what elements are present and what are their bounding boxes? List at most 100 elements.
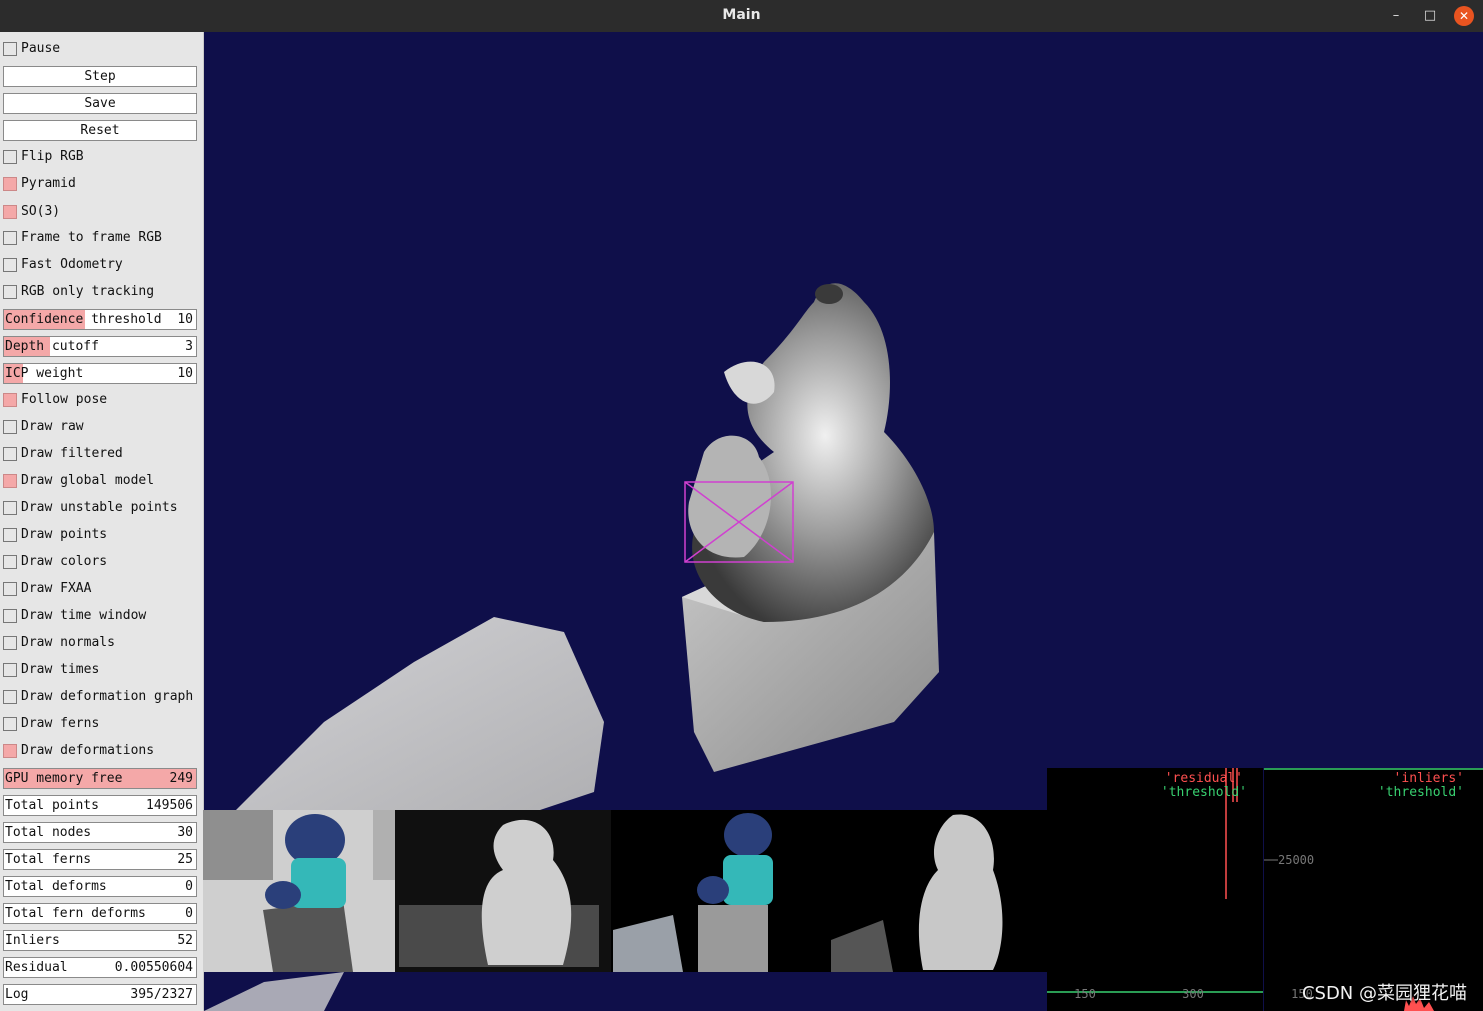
draw-unstable-points-label: Draw unstable points (21, 500, 178, 515)
draw-deformations-checkbox-box[interactable] (3, 744, 17, 758)
inliers-legend: 'inliers' (1394, 771, 1464, 786)
depth-frame-thumbnail (395, 810, 611, 972)
total-fern-deforms-label: Total fern deforms (5, 906, 146, 921)
draw-colors-label: Draw colors (21, 554, 108, 569)
draw-deformation-graph-checkbox[interactable]: Draw deformation graph (3, 687, 198, 708)
draw-raw-checkbox-box[interactable] (3, 420, 17, 434)
residual-readout: Residual 0.00550604 (3, 957, 197, 978)
draw-fxaa-checkbox[interactable]: Draw FXAA (3, 579, 198, 600)
gpu-memory-free-value: 249 (169, 771, 193, 786)
total-nodes-label: Total nodes (5, 825, 92, 840)
draw-raw-checkbox[interactable]: Draw raw (3, 417, 198, 438)
draw-deformations-checkbox[interactable]: Draw deformations (3, 741, 198, 762)
residual-threshold-legend: 'threshold' (1161, 785, 1247, 800)
depth-cutoff-slider[interactable]: Depth cutoff 3 (3, 336, 197, 357)
residual-legend: 'residual' (1165, 771, 1243, 786)
maximize-icon[interactable]: □ (1420, 6, 1440, 26)
draw-raw-label: Draw raw (21, 419, 84, 434)
frame-to-frame-rgb-label: Frame to frame RGB (21, 230, 162, 245)
draw-time-window-label: Draw time window (21, 608, 147, 623)
draw-global-model-checkbox[interactable]: Draw global model (3, 471, 198, 492)
so3-checkbox-box[interactable] (3, 205, 17, 219)
draw-normals-checkbox-box[interactable] (3, 636, 17, 650)
draw-deformations-label: Draw deformations (21, 743, 155, 758)
draw-filtered-checkbox[interactable]: Draw filtered (3, 444, 198, 465)
pause-checkbox[interactable]: Pause (3, 39, 198, 60)
depth-cutoff-value: 3 (185, 339, 193, 354)
confidence-threshold-label: Confidence threshold (5, 312, 162, 327)
draw-filtered-label: Draw filtered (21, 446, 123, 461)
total-deforms-label: Total deforms (5, 879, 107, 894)
draw-fxaa-checkbox-box[interactable] (3, 582, 17, 596)
fast-odometry-label: Fast Odometry (21, 257, 123, 272)
draw-points-checkbox[interactable]: Draw points (3, 525, 198, 546)
rgb-only-tracking-checkbox-box[interactable] (3, 285, 17, 299)
draw-colors-checkbox-box[interactable] (3, 555, 17, 569)
follow-pose-label: Follow pose (21, 392, 108, 407)
draw-colors-checkbox[interactable]: Draw colors (3, 552, 198, 573)
total-ferns-value: 25 (177, 852, 193, 867)
control-panel: Pause Step Save Reset Flip RGB Pyramid S… (0, 32, 204, 1011)
pyramid-checkbox-box[interactable] (3, 177, 17, 191)
depth-cutoff-label: Depth cutoff (5, 339, 99, 354)
so3-label: SO(3) (21, 204, 61, 219)
draw-unstable-points-checkbox[interactable]: Draw unstable points (3, 498, 198, 519)
window-title: Main (722, 7, 761, 23)
confidence-threshold-slider[interactable]: Confidence threshold 10 (3, 309, 197, 330)
so3-checkbox[interactable]: SO(3) (3, 202, 198, 223)
draw-ferns-checkbox[interactable]: Draw ferns (3, 714, 198, 735)
minimize-icon[interactable]: – (1386, 6, 1406, 26)
icp-weight-label: ICP weight (5, 366, 84, 381)
rgb-only-tracking-checkbox[interactable]: RGB only tracking (3, 282, 198, 303)
draw-deformation-graph-label: Draw deformation graph (21, 689, 194, 704)
total-nodes-readout: Total nodes 30 (3, 822, 197, 843)
icp-weight-value: 10 (177, 366, 193, 381)
draw-time-window-checkbox-box[interactable] (3, 609, 17, 623)
pause-checkbox-box[interactable] (3, 42, 17, 56)
draw-points-checkbox-box[interactable] (3, 528, 17, 542)
inliers-plot: 25000 'inliers' 'threshold' 150 (1264, 768, 1483, 1011)
log-readout: Log 395/2327 (3, 984, 197, 1005)
total-deforms-value: 0 (185, 879, 193, 894)
total-ferns-label: Total ferns (5, 852, 92, 867)
draw-normals-label: Draw normals (21, 635, 115, 650)
fast-odometry-checkbox[interactable]: Fast Odometry (3, 255, 198, 276)
icp-weight-slider[interactable]: ICP weight 10 (3, 363, 197, 384)
step-button[interactable]: Step (3, 66, 197, 87)
frame-to-frame-rgb-checkbox[interactable]: Frame to frame RGB (3, 228, 198, 249)
frame-to-frame-rgb-checkbox-box[interactable] (3, 231, 17, 245)
residual-value: 0.00550604 (114, 960, 193, 975)
rgb-frame-thumbnail (203, 810, 395, 972)
total-nodes-value: 30 (177, 825, 193, 840)
draw-ferns-checkbox-box[interactable] (3, 717, 17, 731)
total-ferns-readout: Total ferns 25 (3, 849, 197, 870)
watermark: CSDN @菜园狸花喵 (1301, 983, 1467, 1004)
draw-normals-checkbox[interactable]: Draw normals (3, 633, 198, 654)
flip-rgb-checkbox-box[interactable] (3, 150, 17, 164)
draw-global-model-checkbox-box[interactable] (3, 474, 17, 488)
save-button[interactable]: Save (3, 93, 197, 114)
inliers-label: Inliers (5, 933, 60, 948)
follow-pose-checkbox-box[interactable] (3, 393, 17, 407)
flip-rgb-checkbox[interactable]: Flip RGB (3, 147, 198, 168)
log-value: 395/2327 (130, 987, 193, 1002)
pause-label: Pause (21, 41, 61, 56)
log-label: Log (5, 987, 29, 1002)
close-icon[interactable]: ✕ (1454, 6, 1474, 26)
fast-odometry-checkbox-box[interactable] (3, 258, 17, 272)
draw-times-checkbox[interactable]: Draw times (3, 660, 198, 681)
total-points-readout: Total points 149506 (3, 795, 197, 816)
input-thumbnails (203, 810, 1047, 972)
draw-deformation-graph-checkbox-box[interactable] (3, 690, 17, 704)
follow-pose-checkbox[interactable]: Follow pose (3, 390, 198, 411)
flip-rgb-label: Flip RGB (21, 149, 84, 164)
draw-unstable-points-checkbox-box[interactable] (3, 501, 17, 515)
draw-times-checkbox-box[interactable] (3, 663, 17, 677)
draw-fxaa-label: Draw FXAA (21, 581, 92, 596)
rgb-only-tracking-label: RGB only tracking (21, 284, 155, 299)
total-points-label: Total points (5, 798, 99, 813)
draw-filtered-checkbox-box[interactable] (3, 447, 17, 461)
pyramid-checkbox[interactable]: Pyramid (3, 174, 198, 195)
draw-time-window-checkbox[interactable]: Draw time window (3, 606, 198, 627)
reset-button[interactable]: Reset (3, 120, 197, 141)
